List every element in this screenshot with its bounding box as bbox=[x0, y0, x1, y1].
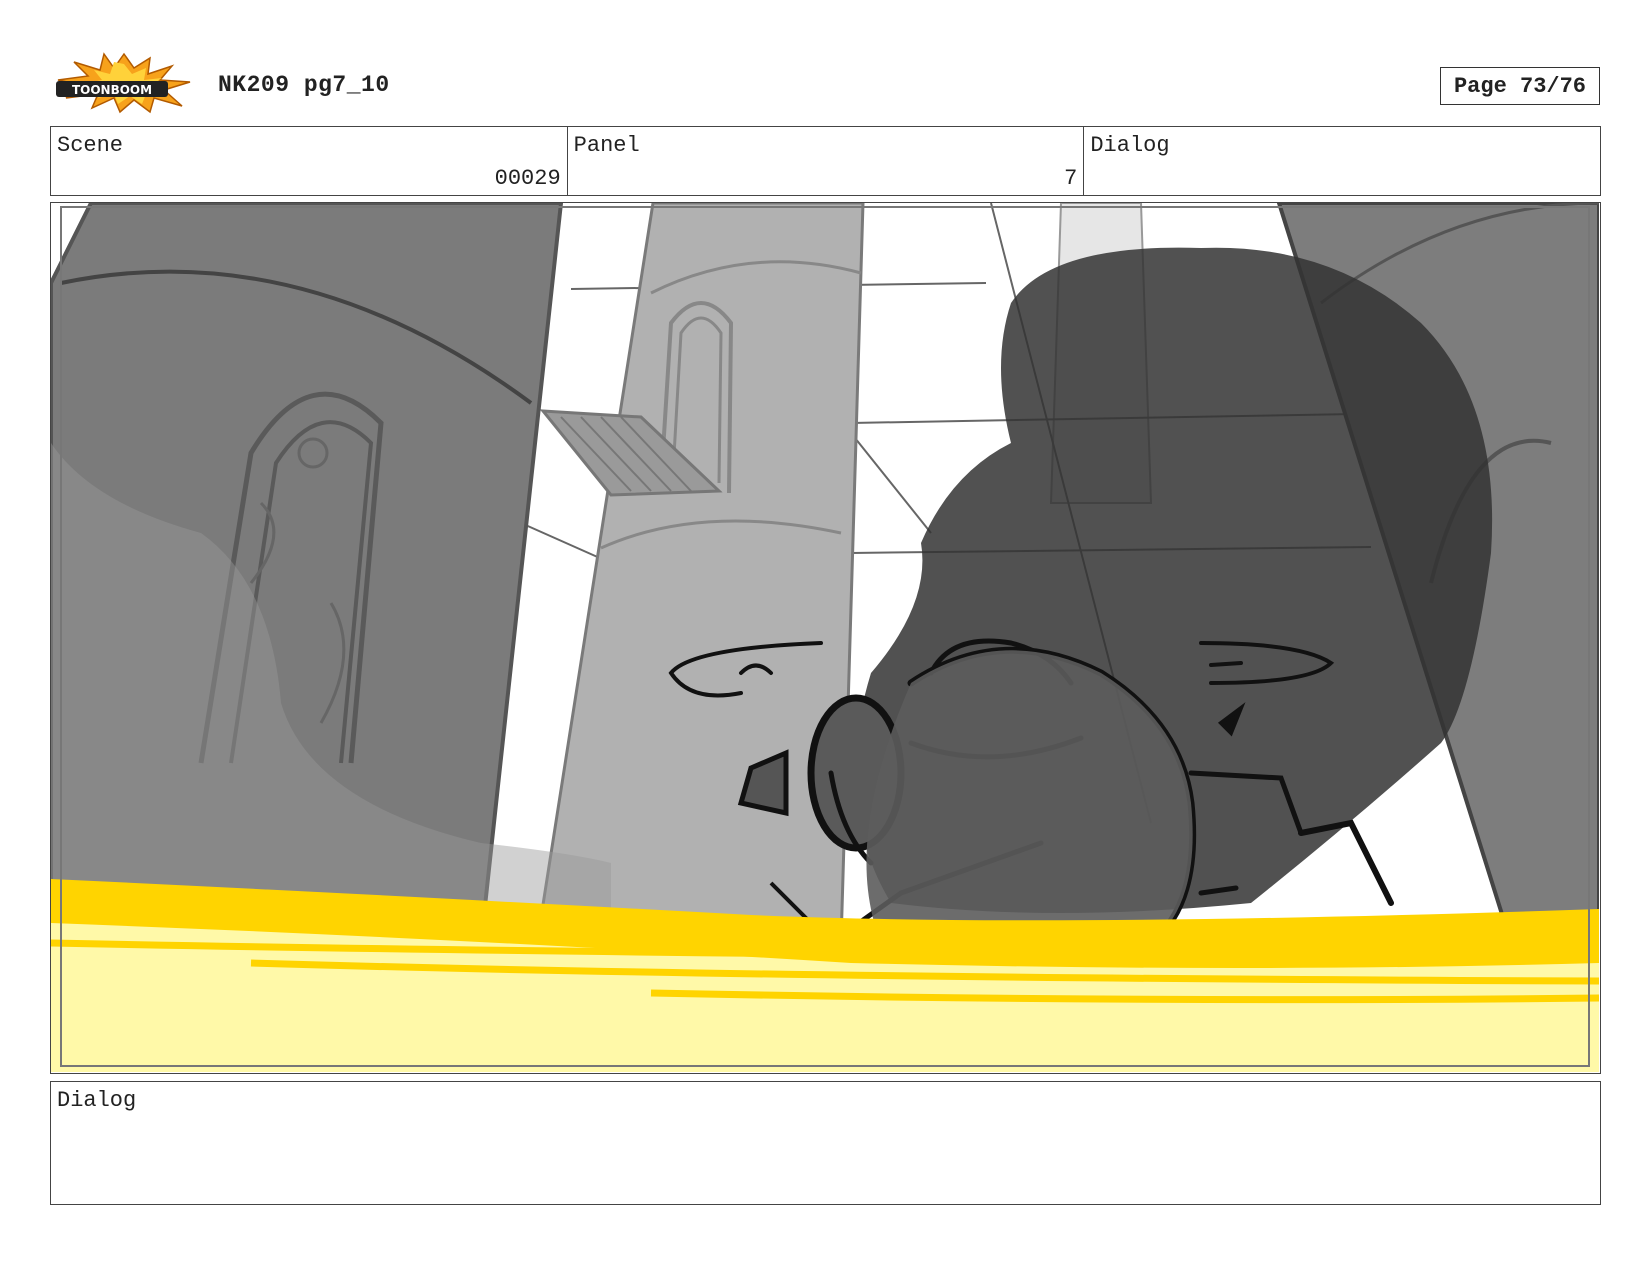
storyboard-sketch bbox=[51, 203, 1599, 1072]
storyboard-panel bbox=[50, 202, 1601, 1074]
dialog-box: Dialog bbox=[50, 1081, 1601, 1205]
scene-number: 00029 bbox=[494, 166, 561, 191]
dialog-label: Dialog bbox=[57, 1088, 137, 1113]
panel-number: 7 bbox=[1064, 166, 1078, 191]
page-indicator: Page 73/76 bbox=[1440, 67, 1600, 105]
page-number-label: Page 73/76 bbox=[1453, 73, 1587, 99]
toonboom-logo: TOONBOOM bbox=[54, 52, 194, 114]
scene-label: Scene bbox=[57, 133, 124, 158]
panel-info-row: Scene 00029 Panel 7 Dialog bbox=[50, 126, 1601, 196]
panel-cell: Panel 7 bbox=[568, 127, 1085, 195]
panel-label: Panel bbox=[573, 133, 640, 158]
logo-text: TOONBOOM bbox=[72, 83, 152, 97]
dialog-cell: Dialog bbox=[1084, 127, 1600, 195]
scene-cell: Scene 00029 bbox=[51, 127, 568, 195]
document-title: NK209 pg7_10 bbox=[218, 72, 390, 98]
dialog-header-label: Dialog bbox=[1090, 133, 1170, 158]
